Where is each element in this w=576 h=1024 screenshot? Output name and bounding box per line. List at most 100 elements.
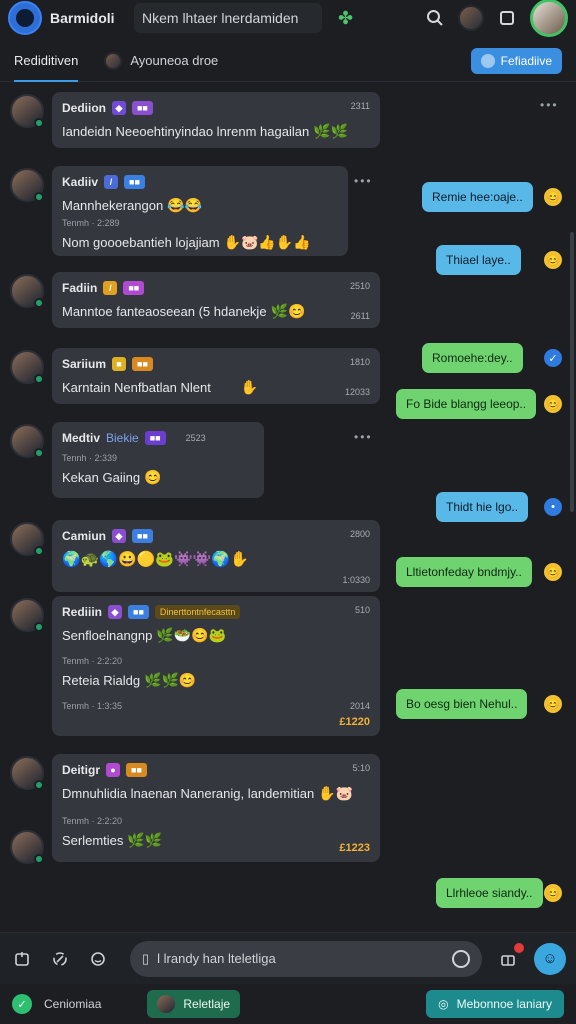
- message-text: Fo Bide blangg leeop..: [406, 397, 527, 411]
- check-icon[interactable]: ✓: [544, 349, 562, 367]
- logo-icon[interactable]: [8, 1, 42, 35]
- more-icon[interactable]: •••: [354, 174, 373, 188]
- gift-icon[interactable]: [496, 942, 524, 971]
- reaction-icon[interactable]: 😊: [544, 395, 562, 413]
- message-meta: Tennh · 2:339: [62, 453, 118, 464]
- notification-badge: [514, 942, 524, 953]
- message-input[interactable]: ▯ l lrandy han lteletliga: [130, 940, 482, 977]
- emoji-picker-icon[interactable]: [452, 949, 470, 968]
- message-bubble[interactable]: Camiun ◆ ■■ 🌍🐢🌎😀🟡🐸👾👾🌍✋ 2800 1:0330: [52, 520, 380, 592]
- reaction-icon[interactable]: 😊: [544, 188, 562, 206]
- bottom-bar: ✓ Ceniomiaa Reletlaje ◎ Mebonnoe laniary: [0, 984, 576, 1024]
- message-text: Serlemties: [62, 833, 124, 849]
- more-icon[interactable]: •••: [540, 98, 559, 112]
- tab-label: Rediditiven: [14, 53, 79, 68]
- more-icon[interactable]: •••: [354, 430, 373, 444]
- feature-button-label: Fefiadiive: [500, 53, 552, 68]
- feature-button[interactable]: Fefiadiive: [470, 47, 562, 74]
- message-text: Karntain Nenfbatlan Nlent: [62, 380, 211, 396]
- emoji: 🌿🌿😊: [144, 672, 197, 689]
- emoji: 😊: [144, 469, 162, 486]
- relay-label: Reletlaje: [183, 997, 231, 1011]
- outgoing-bubble[interactable]: Romoehe:dey..: [422, 343, 523, 373]
- message-bubble[interactable]: Rediiin ◆ ■■ Dinerttontnfecasttn Senfloe…: [52, 596, 380, 736]
- community-link[interactable]: ✓ Ceniomiaa: [12, 994, 101, 1014]
- sender-name: Sariium: [62, 357, 107, 371]
- timestamp: 1810: [349, 357, 370, 367]
- message-bubble[interactable]: Sariium ■ ■■ Karntain Nenfbatlan Nlent ✋ …: [52, 348, 380, 404]
- message-bubble[interactable]: Medtiv Biekie ■■ 2523 Tennh · 2:339 Keka…: [52, 422, 264, 498]
- message-text: Lltietonfeday bndmjy..: [406, 565, 522, 579]
- search-icon[interactable]: [424, 7, 446, 29]
- sender-name: Rediiin: [62, 605, 103, 619]
- role-badge: ■■: [132, 357, 153, 372]
- role-badge: ■■: [126, 763, 147, 778]
- outgoing-bubble[interactable]: Fo Bide blangg leeop..: [396, 389, 537, 419]
- avatar[interactable]: [10, 168, 44, 202]
- link-icon[interactable]: [48, 947, 72, 971]
- message-text: Llrhleoe siandy..: [446, 886, 533, 900]
- avatar[interactable]: [10, 424, 44, 458]
- scrollbar[interactable]: [570, 232, 574, 512]
- message-text: Dmnuhlidia lnaenan Naneranig, landemitia…: [62, 786, 315, 802]
- role-badge: ■■: [144, 431, 166, 446]
- avatar: [157, 995, 176, 1013]
- avatar[interactable]: [10, 94, 44, 128]
- message-bubble[interactable]: Dediion ◆ ■■ Iandeidn Neeoehtinyindao ln…: [52, 92, 380, 148]
- message-feed[interactable]: Dediion ◆ ■■ Iandeidn Neeoehtinyindao ln…: [0, 82, 576, 932]
- reaction-icon[interactable]: •: [544, 498, 562, 516]
- sender-name: Fadiin: [62, 281, 98, 295]
- relay-button[interactable]: Reletlaje: [147, 990, 241, 1018]
- sender-name: Medtiv: [62, 431, 101, 445]
- attachment-icon[interactable]: [10, 947, 34, 971]
- avatar[interactable]: [10, 598, 44, 632]
- outgoing-bubble[interactable]: Lltietonfeday bndmjy..: [396, 557, 532, 587]
- role-icon: /: [104, 175, 119, 190]
- role-badge: ■■: [132, 101, 153, 116]
- avatar[interactable]: [10, 350, 44, 384]
- community-label: Ceniomiaa: [44, 997, 102, 1011]
- library-button[interactable]: ◎ Mebonnoe laniary: [426, 990, 564, 1018]
- avatar[interactable]: [10, 274, 44, 308]
- contact-avatar[interactable]: [458, 5, 484, 31]
- leaf-icon: ✓: [12, 994, 32, 1014]
- reaction-icon[interactable]: 😊: [544, 251, 562, 269]
- search-input[interactable]: Nkem lhtaer lnerdamiden: [134, 3, 322, 33]
- outgoing-bubble[interactable]: Thidt hie lgo..: [436, 492, 529, 522]
- avatar[interactable]: [10, 756, 44, 790]
- message-text: Mannhekerangon: [62, 198, 164, 214]
- tab-rediditiven[interactable]: Rediditiven: [14, 40, 79, 82]
- outgoing-bubble[interactable]: Bo oesg bien Nehul..: [396, 689, 528, 719]
- message-bubble[interactable]: Kadiiv / ■■ Mannhekerangon 😂😂 Tenmh · 2:2…: [52, 166, 348, 256]
- user-icon: [480, 53, 495, 68]
- reaction-icon[interactable]: 😊: [544, 695, 562, 713]
- check-circle-icon: ◎: [438, 997, 449, 1011]
- reaction-icon[interactable]: 😊: [544, 563, 562, 581]
- tab-ayouneoa[interactable]: Ayouneoa droe: [104, 40, 218, 82]
- timestamp: 2014: [349, 701, 370, 711]
- role-badge: ■■: [132, 529, 153, 544]
- timestamp: 5:10: [352, 763, 370, 773]
- sender-name: Camiun: [62, 529, 107, 543]
- leaf-icon[interactable]: ✤: [338, 8, 353, 29]
- emoji: ✋🐷: [318, 785, 354, 802]
- app-title: Barmidoli: [50, 10, 115, 26]
- send-button[interactable]: ☺: [534, 942, 566, 975]
- avatar[interactable]: [10, 522, 44, 556]
- role-icon: ◆: [112, 529, 127, 544]
- profile-avatar[interactable]: [530, 0, 568, 37]
- message-bubble[interactable]: Fadiin / ■■ Manntoe fanteaoseean (5 hdan…: [52, 272, 380, 328]
- message-text: Thidt hie lgo..: [446, 500, 519, 514]
- reaction-icon[interactable]: 😊: [544, 884, 562, 902]
- avatar[interactable]: [10, 830, 44, 864]
- emoji-icon[interactable]: [86, 947, 110, 971]
- timestamp: 2800: [349, 529, 370, 539]
- square-icon[interactable]: [496, 7, 518, 29]
- timestamp: 2611: [350, 310, 370, 321]
- outgoing-bubble[interactable]: Remie hee:oaje..: [422, 182, 533, 212]
- emoji: 🌿😊: [270, 303, 306, 320]
- message-bubble[interactable]: Deitigr ● ■■ Dmnuhlidia lnaenan Nanerani…: [52, 754, 380, 862]
- message-text: Remie hee:oaje..: [432, 190, 523, 204]
- outgoing-bubble[interactable]: Llrhleoe siandy..: [436, 878, 543, 908]
- outgoing-bubble[interactable]: Thiael laye..: [436, 245, 521, 275]
